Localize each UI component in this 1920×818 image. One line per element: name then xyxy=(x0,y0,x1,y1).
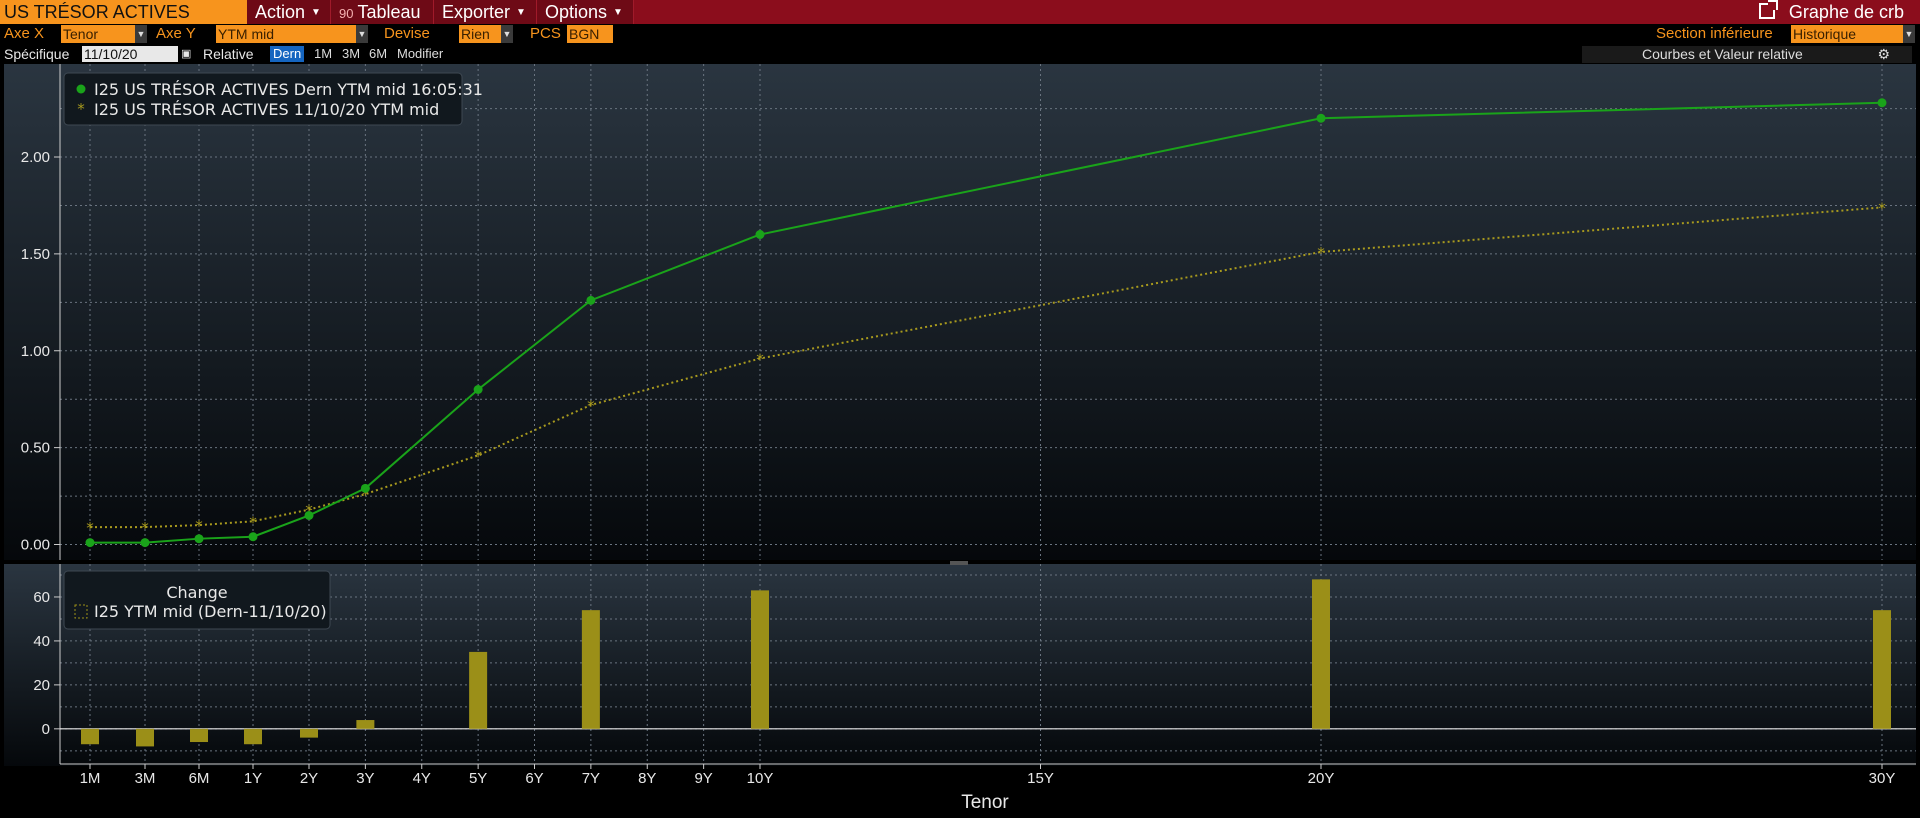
x-tick-label: 6Y xyxy=(525,770,543,787)
legend-series-current: I25 US TRÉSOR ACTIVES Dern YTM mid 16:05… xyxy=(94,80,483,99)
point-marker-historic: * xyxy=(195,517,203,535)
point-marker-current xyxy=(1316,113,1326,123)
change-bar xyxy=(356,720,375,729)
resize-handle[interactable] xyxy=(950,561,968,565)
change-bar xyxy=(81,728,99,745)
point-marker-historic: * xyxy=(1878,199,1886,217)
point-marker-current xyxy=(85,538,95,548)
point-marker-current xyxy=(473,385,483,394)
x-tick-label: 20Y xyxy=(1308,770,1335,787)
change-legend: Change I25 YTM mid (Dern-11/10/20) xyxy=(63,570,331,630)
legend-dot-icon xyxy=(76,84,86,94)
change-bar xyxy=(581,610,600,729)
point-marker-current xyxy=(755,230,765,239)
point-marker-historic: * xyxy=(141,519,149,537)
change-bar xyxy=(244,728,262,745)
point-marker-current xyxy=(248,532,258,542)
x-tick-label: 6M xyxy=(189,770,210,787)
x-tick-label: 7Y xyxy=(582,770,600,787)
legend-series-historic: I25 US TRÉSOR ACTIVES 11/10/20 YTM mid xyxy=(94,100,439,119)
series-line-historic xyxy=(90,206,1883,529)
x-tick-label: 4Y xyxy=(413,770,431,787)
point-marker-current xyxy=(1877,98,1887,108)
point-marker-current xyxy=(140,538,150,548)
point-marker-current xyxy=(194,534,204,544)
y-tick-label: 2.00 xyxy=(21,149,50,166)
x-tick-label: 2Y xyxy=(300,770,318,787)
y-tick-label: 0.50 xyxy=(21,440,50,457)
x-tick-label: 5Y xyxy=(469,770,487,787)
change-bar xyxy=(190,728,208,743)
legend-star-icon: * xyxy=(77,100,85,118)
y-tick-label: 60 xyxy=(33,589,50,606)
x-tick-label: 3Y xyxy=(356,770,374,787)
change-bar xyxy=(1312,579,1330,729)
x-tick-label: 30Y xyxy=(1869,770,1896,787)
x-tick-label: 8Y xyxy=(638,770,656,787)
point-marker-current xyxy=(586,295,596,305)
y-tick-label: 1.00 xyxy=(21,343,50,360)
series-line-current xyxy=(90,101,1883,544)
point-marker-historic: * xyxy=(86,519,94,537)
yield-curve-chart: 1M 3M 6M 1Y 2Y 3Y 4Y 5Y 6Y 7Y 8Y 9Y 10Y 15Y 20Y 30Y 0.00… xyxy=(21,64,1916,813)
y-tick-label: 1.50 xyxy=(21,246,50,263)
change-bar xyxy=(300,728,318,738)
change-bar xyxy=(136,728,154,747)
x-axis-label: Tenor xyxy=(961,792,1009,813)
point-marker-historic: * xyxy=(587,397,595,415)
point-marker-historic: * xyxy=(249,513,257,531)
point-marker-historic: * xyxy=(1317,244,1325,262)
change-bar xyxy=(1873,610,1891,729)
x-tick-label: 10Y xyxy=(747,770,774,787)
legend-change-series: I25 YTM mid (Dern-11/10/20) xyxy=(94,602,327,621)
point-marker-historic: * xyxy=(474,447,482,465)
x-tick-label: 9Y xyxy=(694,770,712,787)
main-legend: I25 US TRÉSOR ACTIVES Dern YTM mid 16:05… xyxy=(63,72,483,126)
y-tick-label: 0.00 xyxy=(21,537,50,554)
y-tick-label: 40 xyxy=(33,633,50,650)
x-tick-label: 3M xyxy=(135,770,156,787)
change-bar xyxy=(751,590,769,729)
x-tick-label: 1Y xyxy=(244,770,262,787)
point-marker-historic: * xyxy=(756,351,764,369)
change-title: Change xyxy=(166,583,227,602)
point-marker-current xyxy=(304,510,314,520)
point-marker-current xyxy=(360,483,370,493)
x-tick-label: 15Y xyxy=(1027,770,1054,787)
y-tick-label: 0 xyxy=(42,721,50,738)
change-bar xyxy=(469,651,488,729)
y-tick-label: 20 xyxy=(33,677,50,694)
x-tick-label: 1M xyxy=(80,770,101,787)
